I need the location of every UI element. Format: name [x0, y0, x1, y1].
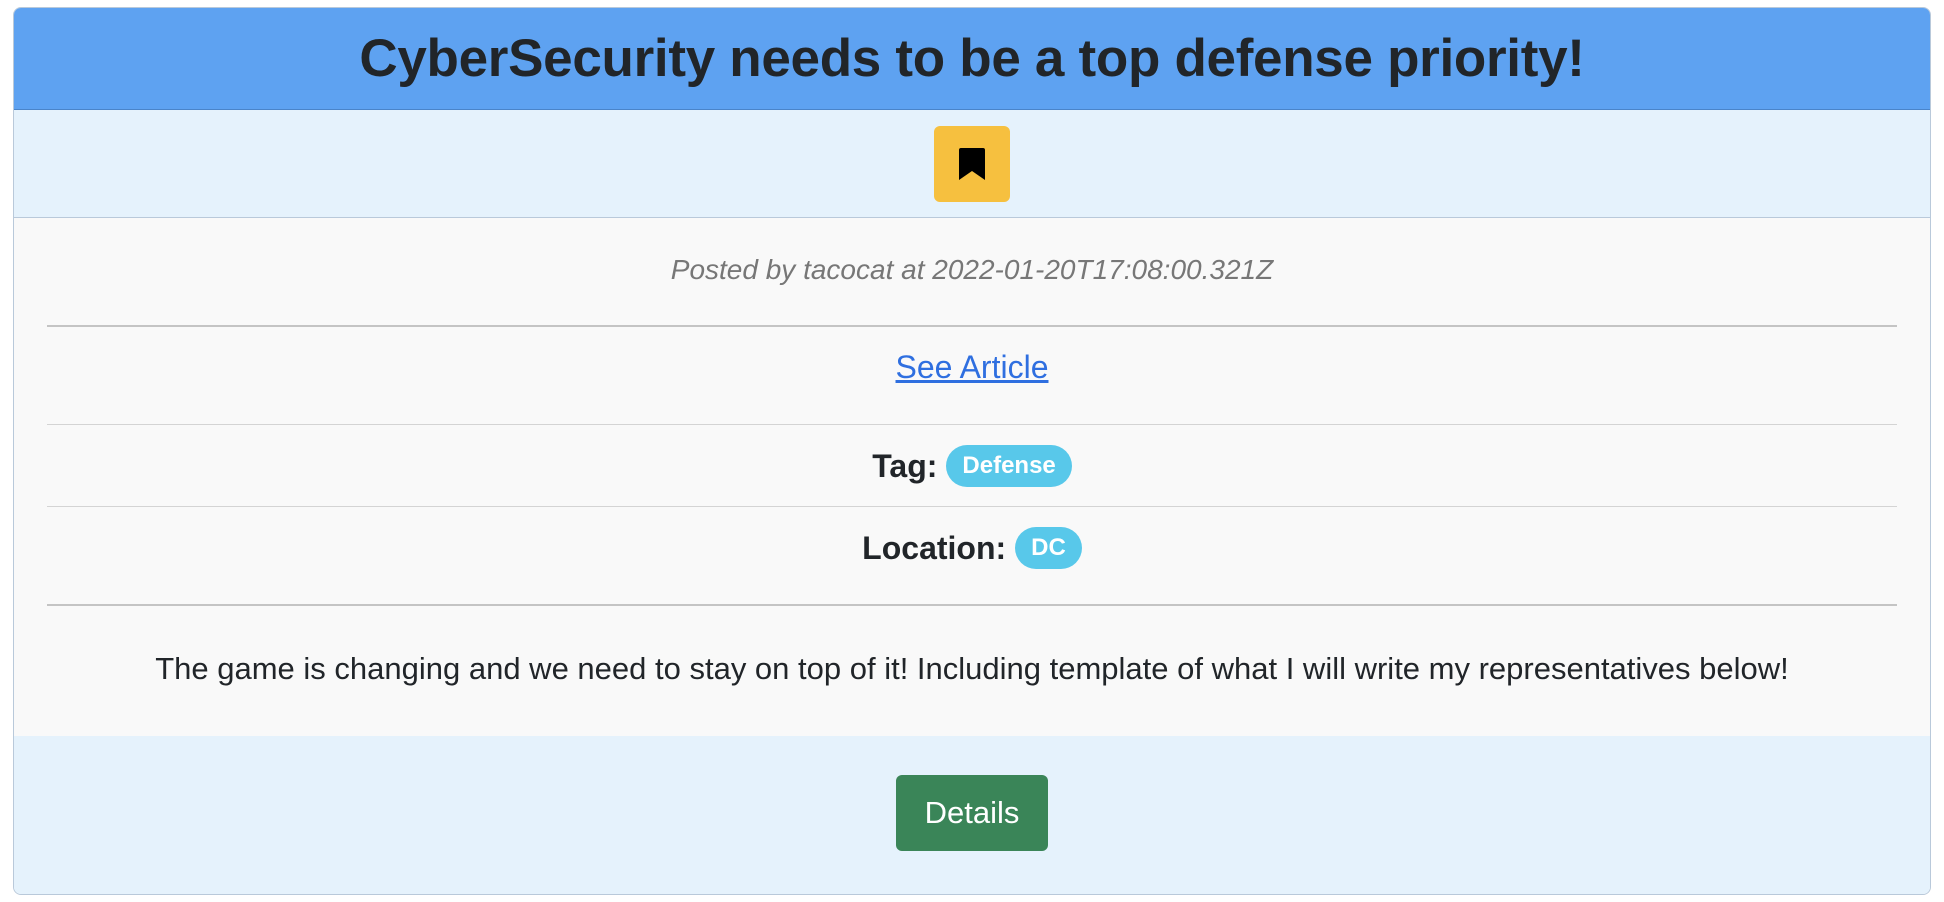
bookmark-bar	[14, 110, 1930, 218]
divider	[47, 506, 1897, 507]
post-body: Posted by tacocat at 2022-01-20T17:08:00…	[14, 218, 1930, 736]
details-button[interactable]: Details	[896, 775, 1048, 851]
divider	[47, 604, 1897, 606]
bookmark-button[interactable]	[934, 125, 1010, 202]
post-header: CyberSecurity needs to be a top defense …	[14, 8, 1930, 110]
location-badge: DC	[1015, 527, 1082, 569]
tag-label: Tag:	[872, 447, 938, 484]
bookmark-icon	[959, 147, 985, 180]
post-meta: Posted by tacocat at 2022-01-20T17:08:00…	[670, 254, 1274, 285]
tag-row: Tag: Defense	[14, 444, 1930, 488]
divider	[47, 424, 1897, 425]
tag-badge: Defense	[946, 445, 1072, 487]
divider	[47, 325, 1897, 327]
post-card: CyberSecurity needs to be a top defense …	[13, 7, 1931, 895]
location-row: Location: DC	[14, 526, 1930, 570]
location-label: Location:	[862, 529, 1007, 566]
post-title: CyberSecurity needs to be a top defense …	[359, 29, 1585, 88]
article-row: See Article	[14, 336, 1930, 398]
post-description: The game is changing and we need to stay…	[155, 651, 1789, 686]
see-article-link[interactable]: See Article	[896, 349, 1049, 386]
post-footer: Details	[14, 736, 1930, 894]
